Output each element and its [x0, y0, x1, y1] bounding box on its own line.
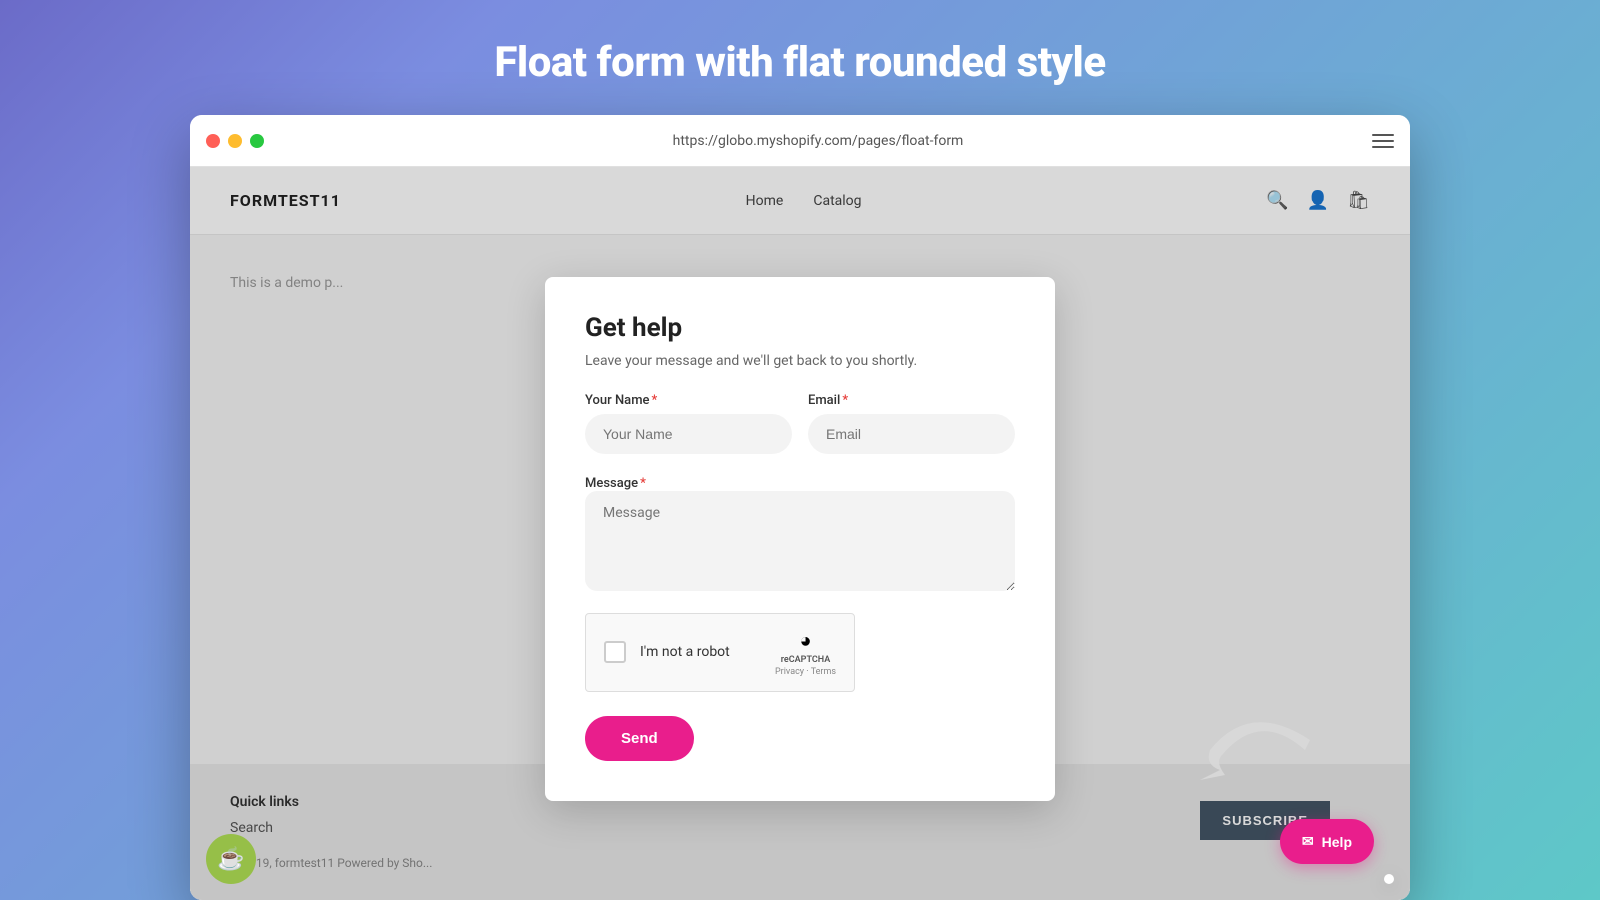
- address-bar[interactable]: https://globo.myshopify.com/pages/float-…: [276, 133, 1360, 149]
- captcha-links: Privacy · Terms: [775, 667, 836, 677]
- mail-icon: ✉: [1302, 833, 1314, 850]
- help-modal: Get help Leave your message and we'll ge…: [545, 277, 1055, 801]
- form-group-message: Message*: [585, 472, 1015, 595]
- captcha-checkbox[interactable]: [604, 641, 626, 663]
- help-button[interactable]: ✉ Help: [1280, 819, 1374, 864]
- form-group-name: Your Name*: [585, 393, 792, 454]
- shopify-icon: ☕: [206, 834, 256, 884]
- recaptcha-logo: ◕: [799, 628, 811, 653]
- captcha-area: I'm not a robot ◕ reCAPTCHA Privacy · Te…: [585, 613, 1015, 692]
- email-label: Email*: [808, 393, 1015, 408]
- hamburger-line-2: [1372, 140, 1394, 142]
- shopify-logo-glyph: ☕: [217, 847, 244, 872]
- traffic-light-green[interactable]: [250, 134, 264, 148]
- hamburger-icon[interactable]: [1372, 134, 1394, 148]
- email-required-star: *: [842, 393, 848, 408]
- captcha-brand: reCAPTCHA: [781, 655, 830, 665]
- message-required-star: *: [640, 476, 646, 491]
- send-button[interactable]: Send: [585, 716, 694, 761]
- traffic-light-red[interactable]: [206, 134, 220, 148]
- form-name-email-row: Your Name* Email*: [585, 393, 1015, 454]
- captcha-box: I'm not a robot ◕ reCAPTCHA Privacy · Te…: [585, 613, 855, 692]
- traffic-light-yellow[interactable]: [228, 134, 242, 148]
- hamburger-line-1: [1372, 134, 1394, 136]
- message-label: Message*: [585, 476, 646, 491]
- modal-overlay: Get help Leave your message and we'll ge…: [190, 167, 1410, 900]
- traffic-lights: [206, 134, 264, 148]
- hamburger-line-3: [1372, 146, 1394, 148]
- name-label: Your Name*: [585, 393, 792, 408]
- name-input[interactable]: [585, 414, 792, 454]
- browser-titlebar: https://globo.myshopify.com/pages/float-…: [190, 115, 1410, 167]
- modal-title: Get help: [585, 313, 1015, 343]
- browser-window: https://globo.myshopify.com/pages/float-…: [190, 115, 1410, 900]
- captcha-logo-area: ◕ reCAPTCHA Privacy · Terms: [775, 628, 836, 677]
- modal-subtitle: Leave your message and we'll get back to…: [585, 353, 1015, 369]
- message-textarea[interactable]: [585, 491, 1015, 591]
- form-group-email: Email*: [808, 393, 1015, 454]
- website-content: FORMTEST11 Home Catalog 🔍 👤 🛍 This is a …: [190, 167, 1410, 900]
- page-title: Float form with flat rounded style: [494, 38, 1105, 87]
- name-required-star: *: [651, 393, 657, 408]
- captcha-label: I'm not a robot: [640, 644, 761, 660]
- email-input[interactable]: [808, 414, 1015, 454]
- help-label: Help: [1322, 834, 1352, 850]
- help-button-wrapper: ✉ Help: [1384, 874, 1394, 884]
